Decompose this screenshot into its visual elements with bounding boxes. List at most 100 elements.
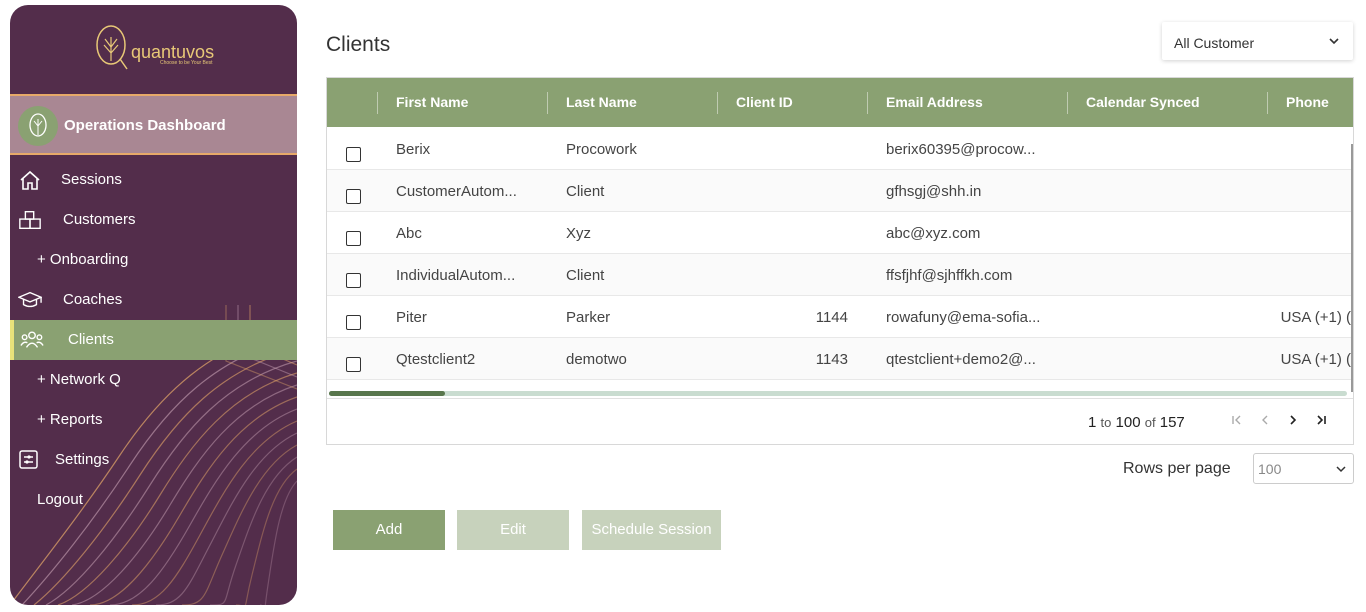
pagination-summary: 1 to 100 of 157	[1088, 414, 1185, 431]
cell-email: ffsfjhf@sjhffkh.com	[886, 267, 1013, 284]
sidebar-item-label: Clients	[68, 331, 114, 348]
edit-button[interactable]: Edit	[457, 510, 569, 550]
tree-logo-icon	[96, 25, 128, 70]
cell-first-name: Piter	[396, 309, 427, 326]
page-title: Clients	[326, 33, 391, 56]
column-separator	[377, 92, 378, 114]
sidebar-item-label: + Onboarding	[37, 251, 129, 268]
column-header-client-id[interactable]: Client ID	[736, 94, 793, 110]
sidebar-item-logout[interactable]: Logout	[10, 480, 297, 520]
rows-per-page-select[interactable]: 100	[1253, 453, 1354, 484]
cell-last-name: Client	[566, 183, 605, 200]
column-separator	[717, 92, 718, 114]
graduation-cap-icon	[18, 291, 42, 308]
clients-table: First Name Last Name Client ID Email Add…	[326, 77, 1354, 445]
add-button[interactable]: Add	[333, 510, 445, 550]
users-icon	[20, 331, 44, 348]
dashboard-logo-icon	[18, 106, 58, 146]
column-separator	[867, 92, 868, 114]
rows-per-page-label: Rows per page	[1123, 460, 1231, 477]
row-checkbox[interactable]	[346, 147, 361, 162]
schedule-session-button[interactable]: Schedule Session	[582, 510, 721, 550]
sidebar-item-onboarding[interactable]: + Onboarding	[10, 240, 297, 280]
customer-filter-select[interactable]: All Customer	[1162, 22, 1353, 60]
brand-logo[interactable]: quantuvos Choose to be Your Best	[10, 5, 297, 93]
operations-dashboard-link[interactable]: Operations Dashboard	[10, 94, 297, 155]
column-separator	[1067, 92, 1068, 114]
cell-client-id: 1144	[815, 309, 848, 326]
column-separator	[547, 92, 548, 114]
sidebar-item-label: Coaches	[63, 291, 123, 308]
chevron-down-icon	[1329, 38, 1339, 45]
horizontal-scrollbar-thumb[interactable]	[329, 391, 445, 396]
cell-last-name: demotwo	[566, 351, 627, 368]
page-total: 157	[1159, 414, 1185, 431]
table-row[interactable]: Abc Xyz abc@xyz.com	[327, 212, 1351, 254]
page-to-word: to	[1100, 415, 1112, 430]
cell-client-id: 1143	[815, 351, 848, 368]
sidebar-item-label: Logout	[37, 491, 83, 508]
table-row[interactable]: Qtestclient2 demotwo 1143 qtestclient+de…	[327, 338, 1351, 380]
home-icon	[20, 170, 40, 190]
sidebar-item-label: Settings	[55, 451, 110, 468]
row-checkbox[interactable]	[346, 315, 361, 330]
cell-phone: USA (+1) (	[1280, 351, 1351, 368]
cell-phone: USA (+1) (	[1280, 309, 1351, 326]
cell-first-name: Berix	[396, 141, 431, 158]
settings-list-icon	[19, 450, 38, 469]
column-header-email[interactable]: Email Address	[886, 94, 983, 110]
cell-email: berix60395@procow...	[886, 141, 1036, 158]
cell-email: rowafuny@ema-sofia...	[886, 309, 1041, 326]
row-checkbox[interactable]	[346, 189, 361, 204]
sidebar-item-label: Customers	[63, 211, 136, 228]
cell-last-name: Xyz	[566, 225, 592, 242]
table-row[interactable]: Piter Parker 1144 rowafuny@ema-sofia... …	[327, 296, 1351, 338]
page-from: 1	[1088, 414, 1097, 431]
table-row[interactable]: IndividualAutom... Client ffsfjhf@sjhffk…	[327, 254, 1351, 296]
sidebar: quantuvos Choose to be Your Best Operati…	[10, 5, 297, 605]
sidebar-item-reports[interactable]: + Reports	[10, 400, 297, 440]
cell-first-name: CustomerAutom...	[396, 183, 517, 200]
brand-tagline: Choose to be Your Best	[160, 60, 213, 66]
horizontal-scrollbar-track[interactable]	[329, 391, 1347, 396]
vertical-scrollbar[interactable]	[1351, 144, 1353, 392]
row-checkbox[interactable]	[346, 231, 361, 246]
page-to: 100	[1115, 414, 1141, 431]
sidebar-item-coaches[interactable]: Coaches	[10, 280, 297, 320]
column-header-last-name[interactable]: Last Name	[566, 94, 637, 110]
sidebar-item-clients[interactable]: Clients	[10, 320, 297, 360]
boxes-icon	[19, 211, 41, 229]
sidebar-item-label: + Reports	[37, 411, 103, 428]
sidebar-item-settings[interactable]: Settings	[10, 440, 297, 480]
table-row[interactable]: CustomerAutom... Client gfhsgj@shh.in	[327, 170, 1351, 212]
row-checkbox[interactable]	[346, 273, 361, 288]
cell-last-name: Parker	[566, 309, 611, 326]
previous-page-icon[interactable]	[1257, 412, 1273, 428]
column-header-calendar-synced[interactable]: Calendar Synced	[1086, 94, 1200, 110]
column-header-phone[interactable]: Phone	[1286, 94, 1329, 110]
cell-last-name: Procowork	[566, 141, 637, 158]
last-page-icon[interactable]	[1313, 412, 1329, 428]
chevron-down-icon	[1336, 466, 1346, 473]
table-row[interactable]: Berix Procowork berix60395@procow...	[327, 128, 1351, 170]
column-separator	[1267, 92, 1268, 114]
sidebar-item-sessions[interactable]: Sessions	[10, 160, 297, 200]
page-of-word: of	[1144, 415, 1156, 430]
first-page-icon[interactable]	[1229, 412, 1245, 428]
cell-first-name: IndividualAutom...	[396, 267, 516, 284]
row-checkbox[interactable]	[346, 357, 361, 372]
cell-first-name: Qtestclient2	[396, 351, 476, 368]
customer-filter-value: All Customer	[1174, 35, 1255, 51]
sidebar-item-label: Sessions	[61, 171, 122, 188]
sidebar-item-label: + Network Q	[37, 371, 121, 388]
cell-last-name: Client	[566, 267, 605, 284]
rows-per-page-value: 100	[1258, 461, 1282, 477]
cell-email: gfhsgj@shh.in	[886, 183, 982, 200]
divider	[327, 398, 1353, 399]
table-header: First Name Last Name Client ID Email Add…	[327, 78, 1353, 127]
operations-dashboard-label: Operations Dashboard	[64, 117, 226, 134]
column-header-first-name[interactable]: First Name	[396, 94, 468, 110]
sidebar-item-customers[interactable]: Customers	[10, 200, 297, 240]
sidebar-item-network-q[interactable]: + Network Q	[10, 360, 297, 400]
next-page-icon[interactable]	[1285, 412, 1301, 428]
